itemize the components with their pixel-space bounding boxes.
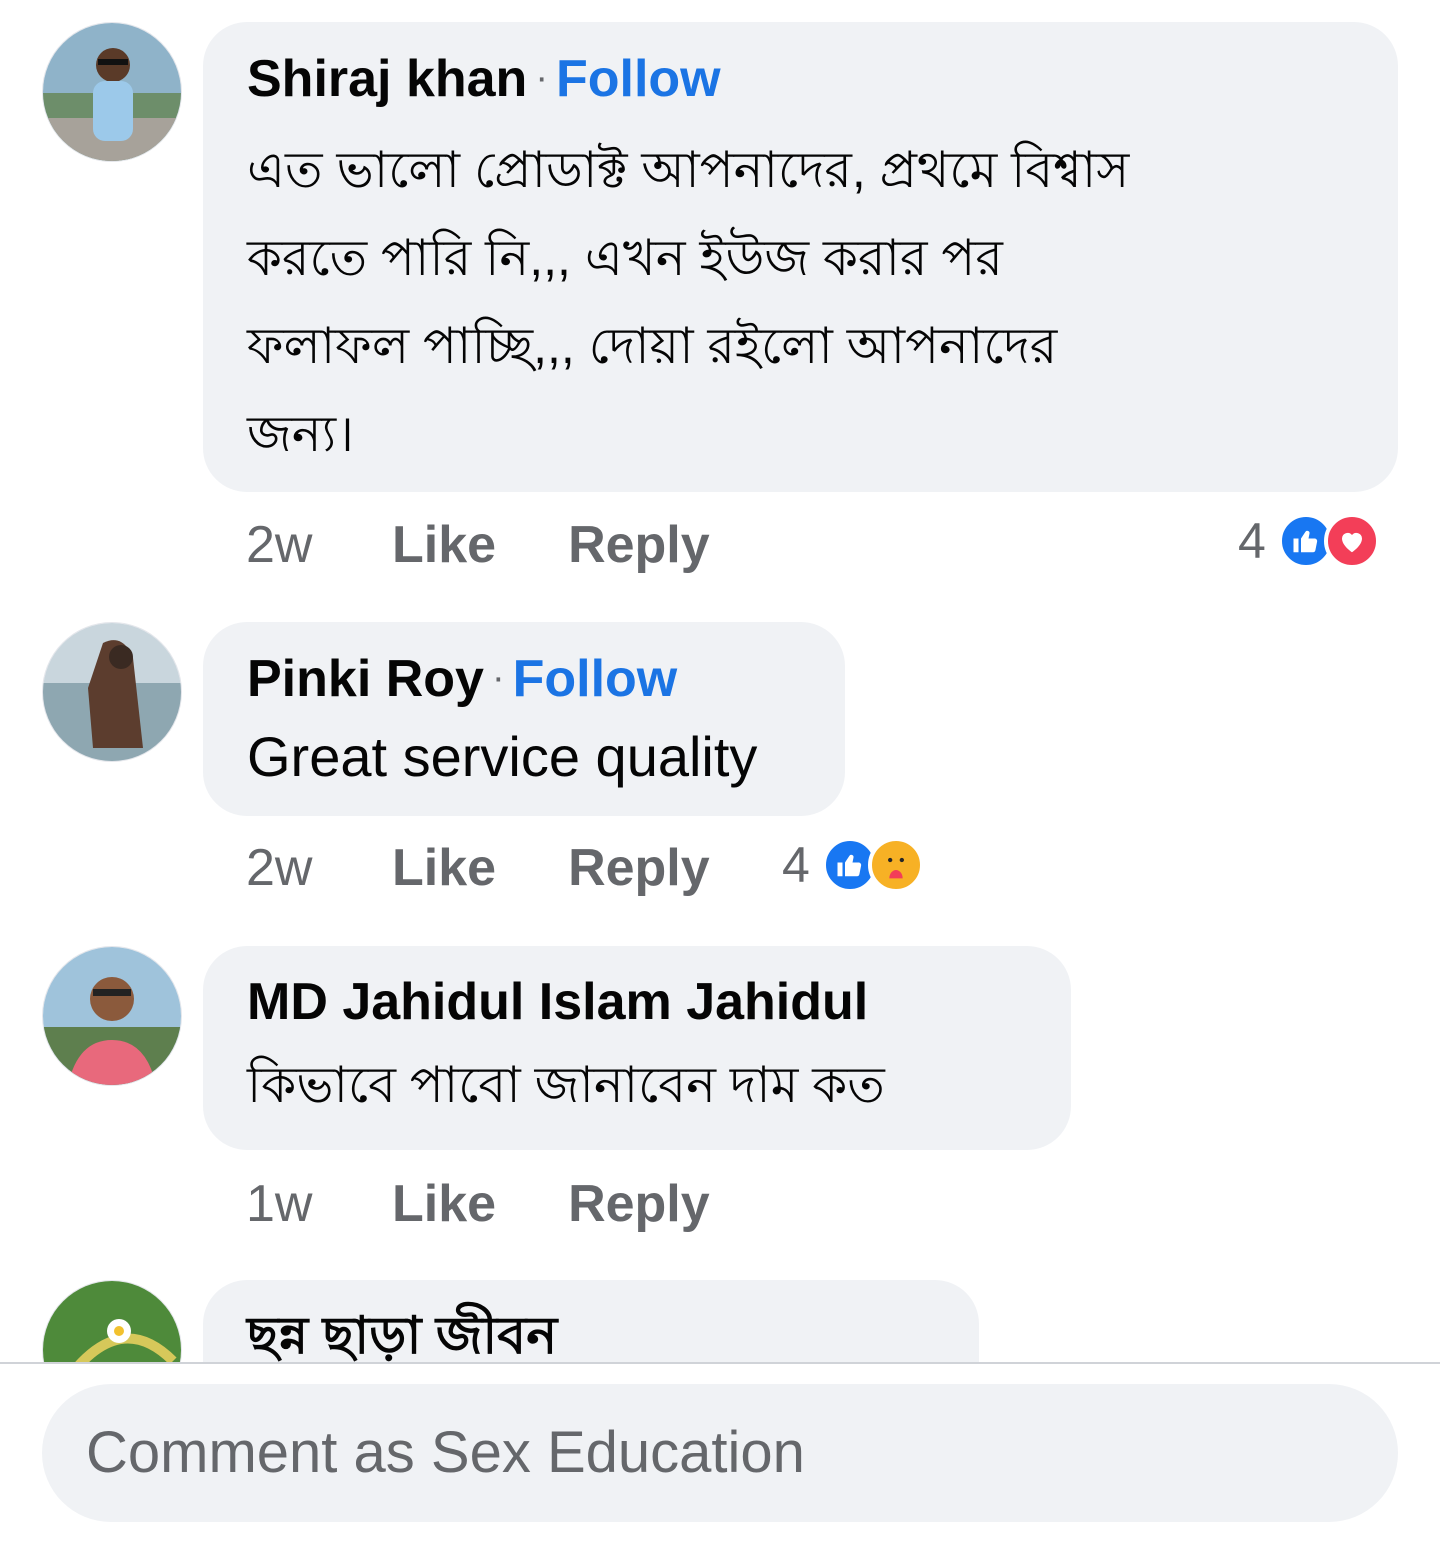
comment-text-line: করতে পারি নি,,, এখন ইউজ করার পর [247,230,1003,286]
comment-header: ছন্ন ছাড়া জীবন [247,1306,557,1364]
separator-dot: · [491,657,505,699]
comment-timestamp[interactable]: 1w [246,1174,392,1234]
separator-dot: · [535,57,548,99]
comment-text: Great service quality [247,714,757,800]
like-button[interactable]: Like [392,515,496,575]
like-button[interactable]: Like [392,838,496,898]
comment-header: Shiraj khan · Follow [247,48,721,109]
comment-text-line: ফলাফল পাচ্ছি,,, দোয়া রইলো আপনাদের [247,318,1058,374]
comment-bubble: MD Jahidul Islam Jahidul কিভাবে পাবো জান… [203,946,1071,1150]
comment-author[interactable]: Pinki Roy [247,650,484,708]
avatar-pinki-roy[interactable] [42,622,182,762]
comment-text-line: Great service quality [247,725,758,788]
composer-divider [0,1362,1440,1364]
comment-composer[interactable]: Comment as Sex Education [42,1384,1398,1522]
comment-actions: 2w Like Reply [246,515,782,575]
avatar-chhanna-chhara-jibon[interactable] [42,1280,182,1364]
avatar-shiraj-khan[interactable] [42,22,182,162]
comment-author[interactable]: ছন্ন ছাড়া জীবন [247,1307,557,1364]
comment-author[interactable]: Shiraj khan [247,50,527,108]
reply-button[interactable]: Reply [568,838,710,898]
comments-feed[interactable]: Shiraj khan · Follow এত ভালো প্রোডাক্ট আপন… [0,0,1440,1364]
love-icon [1323,513,1380,569]
comment-text-line: কিভাবে পাবো জানাবেন দাম কত [247,1057,885,1113]
comment-text: কিভাবে পাবো জানাবেন দাম কত [247,1042,885,1128]
comment-header: MD Jahidul Islam Jahidul [247,972,868,1032]
avatar-md-jahidul[interactable] [42,946,182,1086]
reaction-summary[interactable]: 4 [1238,512,1380,570]
comment-header: Pinki Roy · Follow [247,648,677,709]
care-icon [867,837,924,893]
comment-bubble: Pinki Roy · Follow Great service quality [203,622,845,816]
comment-bubble: Shiraj khan · Follow এত ভালো প্রোডাক্ট আপন… [203,22,1398,492]
comment-text: এত ভালো প্রোডাক্ট আপনাদের, প্রথমে বিশ্বা… [247,126,1129,478]
comment-timestamp[interactable]: 2w [246,515,392,575]
like-button[interactable]: Like [392,1174,496,1234]
comment-author[interactable]: MD Jahidul Islam Jahidul [247,973,868,1031]
reply-button[interactable]: Reply [568,1174,710,1234]
comment-text-line: জন্য। [247,406,354,462]
reply-button[interactable]: Reply [568,515,710,575]
follow-button[interactable]: Follow [513,650,678,708]
reaction-summary[interactable]: 4 [782,836,924,894]
comment-actions: 1w Like Reply [246,1174,782,1234]
comment-bubble: ছন্ন ছাড়া জীবন [203,1280,979,1364]
comment-input-placeholder[interactable]: Comment as Sex Education [86,1420,805,1486]
comment-text-line: এত ভালো প্রোডাক্ট আপনাদের, প্রথমে বিশ্বা… [247,142,1130,198]
follow-button[interactable]: Follow [556,50,721,108]
comment-actions: 2w Like Reply [246,838,782,898]
reaction-count: 4 [1238,513,1266,569]
reaction-count: 4 [782,837,810,893]
comment-timestamp[interactable]: 2w [246,838,392,898]
